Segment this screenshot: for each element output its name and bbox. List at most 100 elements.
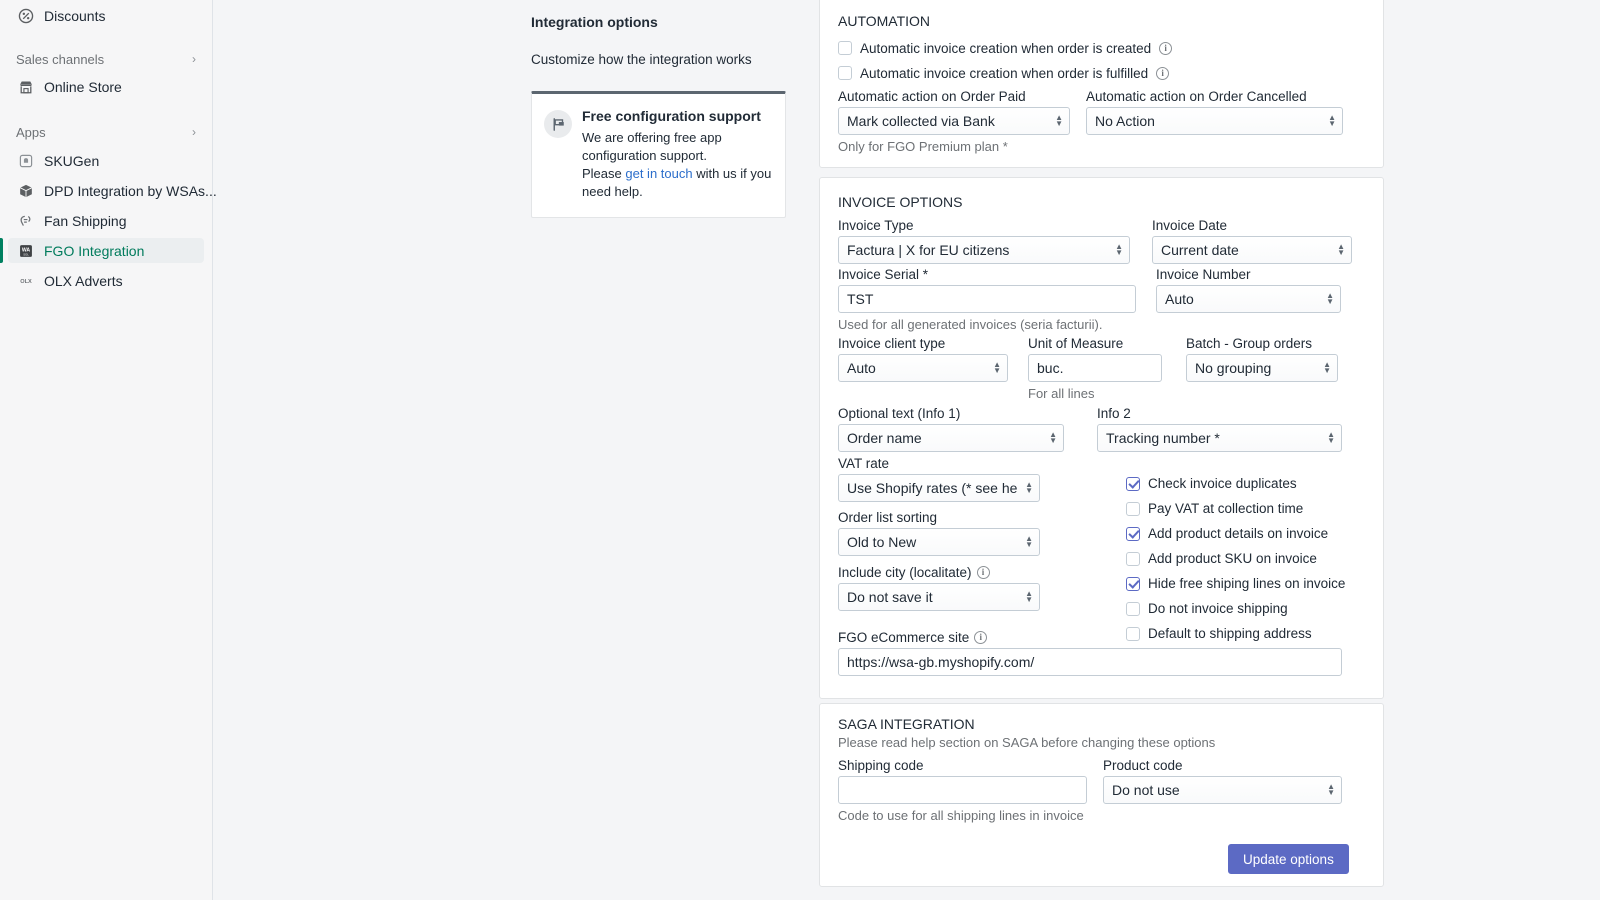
checkbox-check-invoice-duplicates[interactable]: Check invoice duplicates	[1126, 471, 1345, 496]
info-icon[interactable]: i	[974, 631, 988, 644]
get-in-touch-link[interactable]: get in touch	[625, 166, 692, 181]
sidebar-item-olx-adverts[interactable]: OLX OLX Adverts	[8, 268, 204, 293]
automation-checkbox-order-created[interactable]: Automatic invoice creation when order is…	[838, 38, 1173, 58]
flag-icon	[544, 110, 572, 138]
checkbox-label: Check invoice duplicates	[1148, 476, 1297, 491]
info2-select[interactable]: Tracking number *	[1097, 424, 1342, 452]
chevron-right-icon: ›	[192, 125, 196, 139]
promo-line-4: need help.	[582, 184, 643, 199]
info1-label: Optional text (Info 1)	[838, 406, 961, 421]
checkbox-box[interactable]	[1126, 551, 1140, 566]
sidebar-item-label: Online Store	[44, 78, 122, 95]
store-icon	[16, 77, 36, 97]
automation-checkbox-order-fulfilled[interactable]: Automatic invoice creation when order is…	[838, 63, 1170, 83]
checkbox-pay-vat-at-collection-time[interactable]: Pay VAT at collection time	[1126, 496, 1345, 521]
checkbox-box[interactable]	[1126, 526, 1140, 541]
promo-line-2: configuration support.	[582, 148, 708, 163]
include-city-label-text: Include city (localitate)	[838, 565, 972, 580]
automation-footnote: Only for FGO Premium plan *	[838, 139, 1008, 154]
fgo-ecommerce-site-input[interactable]	[838, 648, 1342, 676]
checkbox-label: Add product details on invoice	[1148, 526, 1329, 541]
product-code-select[interactable]: Do not use	[1103, 776, 1342, 804]
checkbox-hide-free-shipping-lines[interactable]: Hide free shiping lines on invoice	[1126, 571, 1345, 596]
skugen-icon	[16, 151, 36, 171]
checkbox-do-not-invoice-shipping[interactable]: Do not invoice shipping	[1126, 596, 1345, 621]
include-city-select[interactable]: Do not save it	[838, 583, 1040, 611]
checkbox-box[interactable]	[1126, 576, 1140, 591]
automation-card: AUTOMATION Automatic invoice creation wh…	[819, 0, 1384, 168]
invoice-serial-input[interactable]	[838, 285, 1136, 313]
order-list-sorting-select[interactable]: Old to New	[838, 528, 1040, 556]
invoice-options-card: INVOICE OPTIONS Invoice Type Factura | X…	[819, 177, 1384, 699]
checkbox-label: Automatic invoice creation when order is…	[860, 40, 1152, 56]
page-subtitle: Customize how the integration works	[531, 52, 752, 67]
sidebar-item-label: FGO Integration	[44, 242, 145, 259]
invoice-type-label: Invoice Type	[838, 218, 914, 233]
info-icon[interactable]: i	[976, 566, 990, 579]
order-list-sorting-label: Order list sorting	[838, 510, 938, 525]
promo-line-1: We are offering free app	[582, 130, 722, 145]
checkbox-box[interactable]	[1126, 476, 1140, 491]
sidebar-item-skugen[interactable]: SKUGen	[8, 148, 204, 173]
olx-icon: OLX	[16, 271, 36, 291]
invoice-number-select[interactable]: Auto	[1156, 285, 1341, 313]
info2-label: Info 2	[1097, 406, 1131, 421]
unit-of-measure-input[interactable]	[1028, 354, 1162, 382]
shipping-code-input[interactable]	[838, 776, 1087, 804]
unit-of-measure-label: Unit of Measure	[1028, 336, 1124, 351]
batch-group-orders-select[interactable]: No grouping	[1186, 354, 1338, 382]
checkbox-label: Hide free shiping lines on invoice	[1148, 576, 1346, 591]
invoice-checkbox-group: Check invoice duplicates Pay VAT at coll…	[1126, 471, 1345, 646]
sidebar-item-fan-shipping[interactable]: Fan Shipping	[8, 208, 204, 233]
sidebar-section-label: Sales channels	[16, 51, 105, 67]
sidebar-item-discounts[interactable]: Discounts	[8, 3, 204, 28]
checkbox-add-product-sku[interactable]: Add product SKU on invoice	[1126, 546, 1345, 571]
sidebar-item-label: SKUGen	[44, 152, 100, 169]
wa-icon: WA SOL	[16, 241, 36, 261]
invoice-date-select[interactable]: Current date	[1152, 236, 1352, 264]
sidebar-item-label: DPD Integration by WSAs...	[44, 182, 217, 199]
fgo-ecommerce-site-label-text: FGO eCommerce site	[838, 630, 970, 645]
invoice-number-label: Invoice Number	[1156, 267, 1251, 282]
sidebar-section-apps[interactable]: Apps ›	[8, 121, 204, 143]
vat-rate-select[interactable]: Use Shopify rates (* see help)	[838, 474, 1040, 502]
sidebar-item-dpd-integration[interactable]: DPD Integration by WSAs...	[8, 178, 217, 203]
invoice-type-select[interactable]: Factura | X for EU citizens	[838, 236, 1130, 264]
shipping-code-label: Shipping code	[838, 758, 924, 773]
order-cancelled-select[interactable]: No Action	[1086, 107, 1343, 135]
sidebar-item-online-store[interactable]: Online Store	[8, 74, 204, 99]
order-cancelled-label: Automatic action on Order Cancelled	[1086, 89, 1307, 104]
invoice-serial-label: Invoice Serial *	[838, 267, 929, 282]
checkbox-label: Pay VAT at collection time	[1148, 501, 1304, 516]
checkbox-box[interactable]	[838, 41, 852, 55]
order-paid-label: Automatic action on Order Paid	[838, 89, 1026, 104]
checkbox-box[interactable]	[1126, 601, 1140, 616]
sidebar-item-label: OLX Adverts	[44, 272, 123, 289]
invoice-client-type-label: Invoice client type	[838, 336, 946, 351]
info-icon[interactable]: i	[1156, 66, 1170, 80]
checkbox-default-to-shipping-address[interactable]: Default to shipping address	[1126, 621, 1345, 646]
sidebar-item-fgo-integration[interactable]: WA SOL FGO Integration	[0, 238, 204, 263]
batch-group-orders-label: Batch - Group orders	[1186, 336, 1313, 351]
update-options-button[interactable]: Update options	[1228, 844, 1349, 874]
include-city-label: Include city (localitate) i	[838, 565, 1040, 580]
box-icon	[16, 181, 36, 201]
checkbox-add-product-details[interactable]: Add product details on invoice	[1126, 521, 1345, 546]
fan-shipping-icon	[16, 211, 36, 231]
sidebar-section-sales-channels[interactable]: Sales channels ›	[8, 48, 204, 70]
checkbox-box[interactable]	[1126, 501, 1140, 516]
checkbox-label: Automatic invoice creation when order is…	[860, 65, 1149, 81]
invoice-client-type-select[interactable]: Auto	[838, 354, 1008, 382]
info1-select[interactable]: Order name	[838, 424, 1064, 452]
svg-text:SOL: SOL	[23, 252, 29, 256]
order-paid-select[interactable]: Mark collected via Bank	[838, 107, 1070, 135]
info-icon[interactable]: i	[1159, 41, 1173, 55]
svg-text:OLX: OLX	[20, 279, 32, 285]
promo-line-3-suffix: with us if you	[692, 166, 772, 181]
checkbox-box[interactable]	[838, 66, 852, 80]
saga-section-title: SAGA INTEGRATION	[838, 716, 975, 732]
checkbox-box[interactable]	[1126, 626, 1140, 641]
integration-options-intro: Integration options Customize how the in…	[531, 0, 786, 218]
chevron-right-icon: ›	[192, 52, 196, 66]
invoice-serial-help: Used for all generated invoices (seria f…	[838, 317, 1103, 332]
